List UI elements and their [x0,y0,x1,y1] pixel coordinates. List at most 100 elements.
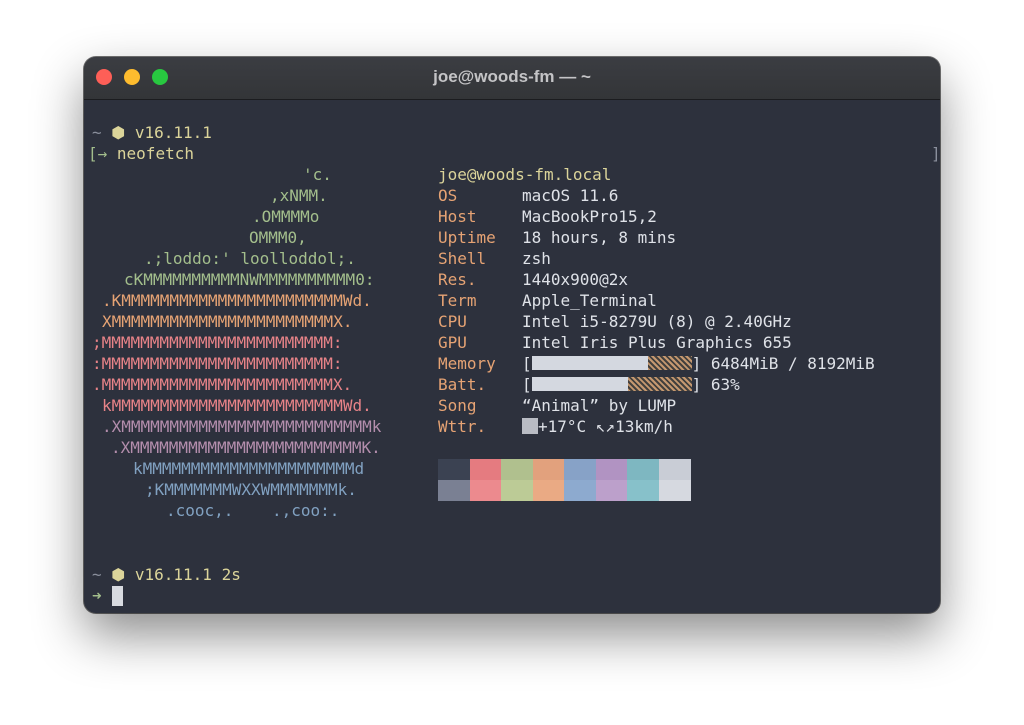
logo-line: kMMMMMMMMMMMMMMMMMMMMMMMMWd. [102,395,372,416]
info-key: Batt. [438,374,486,395]
node-version: v16.11.1 [125,123,212,142]
color-swatch [501,480,533,501]
weather-value: +17°C ↖↗13km/h [522,416,673,437]
color-swatch [469,480,502,501]
info-key: Host [438,206,477,227]
info-value-text: Apple_Terminal [522,291,657,310]
logo-line: ,xNMM. [270,185,328,206]
info-key: Term [438,290,477,311]
info-value-text: Intel Iris Plus Graphics 655 [522,333,792,352]
info-value-text: Intel i5-8279U (8) @ 2.40GHz [522,312,792,331]
prompt-bracket: ] [931,144,940,163]
color-swatch [658,459,691,480]
logo-line: ;MMMMMMMMMMMMMMMMMMMMMMMM: [92,332,342,353]
command-duration: 2s [221,565,241,584]
logo-line: cKMMMMMMMMMMNWMMMMMMMMMM0: [124,269,374,290]
logo-line: OMMM0, [249,227,307,248]
info-key-text: CPU [438,312,467,331]
info-value: MacBookPro15,2 [522,206,657,227]
logo-line: XMMMMMMMMMMMMMMMMMMMMMMMX. [102,311,352,332]
logo-line: .cooc,. .,coo:. [166,500,339,521]
command-text: neofetch [116,144,194,163]
info-key-text: Wttr. [438,417,487,436]
info-key-text: OS [438,186,458,205]
info-value: macOS 11.6 [522,185,618,206]
logo-line: .OMMMMo [252,206,319,227]
logo-text: XMMMMMMMMMMMMMMMMMMMMMMMX. [102,312,353,331]
prompt-arrow: [→ [88,144,117,163]
logo-text: .OMMMMo [252,207,320,226]
logo-text: kMMMMMMMMMMMMMMMMMMMMMMd [133,459,365,478]
color-swatch [532,480,565,501]
bar-bracket: [ [522,354,532,373]
prompt-line: ~ ⬢ v16.11.1 [92,122,212,143]
memory: [ ] 6484MiB / 8192MiB [522,353,875,374]
logo-line: :MMMMMMMMMMMMMMMMMMMMMMMM: [92,353,342,374]
logo-text: .XMMMMMMMMMMMMMMMMMMMMMMMMMMk [102,417,382,436]
logo-text: ,xNMM. [270,186,328,205]
logo-text: .;loddo:' loolloddol;. [144,249,356,268]
info-key-text: Term [438,291,477,310]
bar-bracket: [ [522,375,532,394]
info-key-text: Memory [438,354,496,373]
info-value-text: zsh [522,249,551,268]
info-value: zsh [522,248,551,269]
info-value: Intel i5-8279U (8) @ 2.40GHz [522,311,792,332]
logo-line: .KMMMMMMMMMMMMMMMMMMMMMMMWd. [102,290,372,311]
logo-text: :MMMMMMMMMMMMMMMMMMMMMMMM: [92,354,343,373]
logo-text: kMMMMMMMMMMMMMMMMMMMMMMMMWd. [102,396,372,415]
logo-text: .cooc,. .,coo:. [166,501,340,520]
logo-text: .MMMMMMMMMMMMMMMMMMMMMMMMX. [92,375,353,394]
prompt-line: ~ ⬢ v16.11.1 2s [92,564,241,585]
weather-icon [522,418,538,434]
info-key-text: Host [438,207,477,226]
logo-text: OMMM0, [249,228,307,247]
weather-text: +17°C ↖↗13km/h [538,417,673,436]
logo-line: .;loddo:' loolloddol;. [144,248,356,269]
info-key: Uptime [438,227,496,248]
userhost: joe@woods-fm.local [438,165,612,184]
logo-line: .XMMMMMMMMMMMMMMMMMMMMMMMMK. [111,437,381,458]
song-value: “Animal” by LUMP [522,396,677,415]
color-swatch [658,480,691,501]
logo-line: kMMMMMMMMMMMMMMMMMMMMMMd [133,458,364,479]
logo-text: ;MMMMMMMMMMMMMMMMMMMMMMMM: [92,333,343,352]
info-value: “Animal” by LUMP [522,395,676,416]
info-value: 18 hours, 8 mins [522,227,676,248]
color-swatch [438,459,470,480]
userhost-line: joe@woods-fm.local [438,164,611,185]
node-version: v16.11.1 [125,565,222,584]
info-value: Intel Iris Plus Graphics 655 [522,332,792,353]
info-key-text: Shell [438,249,487,268]
logo-text: ;KMMMMMMMWXXWMMMMMMMk. [145,480,357,499]
info-value: Apple_Terminal [522,290,657,311]
info-key: Shell [438,248,486,269]
info-value-text: MacBookPro15,2 [522,207,657,226]
node-hexagon-icon: ⬢ [111,123,126,142]
logo-line: .MMMMMMMMMMMMMMMMMMMMMMMMX. [92,374,352,395]
info-key: Song [438,395,477,416]
color-swatch [595,459,628,480]
terminal-content[interactable]: ~ ⬢ v16.11.1 [→ neofetch]'c. ,xNMM. .OMMMMo… [84,99,940,613]
info-key: CPU [438,311,467,332]
color-swatch [595,480,628,501]
color-swatch [438,480,470,501]
logo-text: cKMMMMMMMMMMNWMMMMMMMMMM0: [124,270,375,289]
command-line: [→ neofetch [88,143,194,164]
bar-value: ] 63% [691,375,740,394]
color-swatch [564,459,596,480]
info-value: 1440x900@2x [522,269,628,290]
info-key: GPU [438,332,467,353]
memory-bar [531,356,692,370]
prompt-tilde: ~ [92,565,112,584]
text-cursor [112,586,123,606]
prompt-line: ➜ [92,585,102,606]
battery-bar [531,377,692,391]
color-swatch [627,459,659,480]
bar-value: ] 6484MiB / 8192MiB [691,354,875,373]
node-hexagon-icon: ⬢ [111,565,126,584]
info-key: Wttr. [438,416,486,437]
info-value-text: macOS 11.6 [522,186,619,205]
battery: [ ] 63% [522,374,740,395]
info-key: OS [438,185,457,206]
